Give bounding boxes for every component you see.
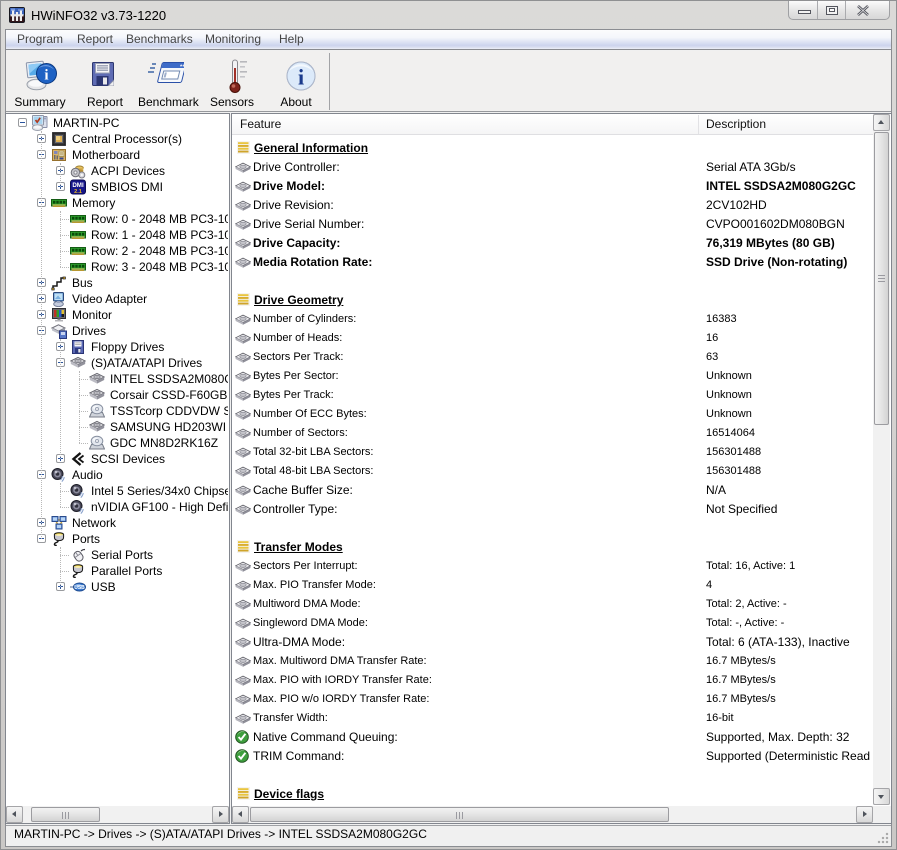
svg-text:i: i xyxy=(298,65,304,90)
svg-text:i: i xyxy=(44,68,48,84)
svg-text:USB: USB xyxy=(74,585,85,591)
